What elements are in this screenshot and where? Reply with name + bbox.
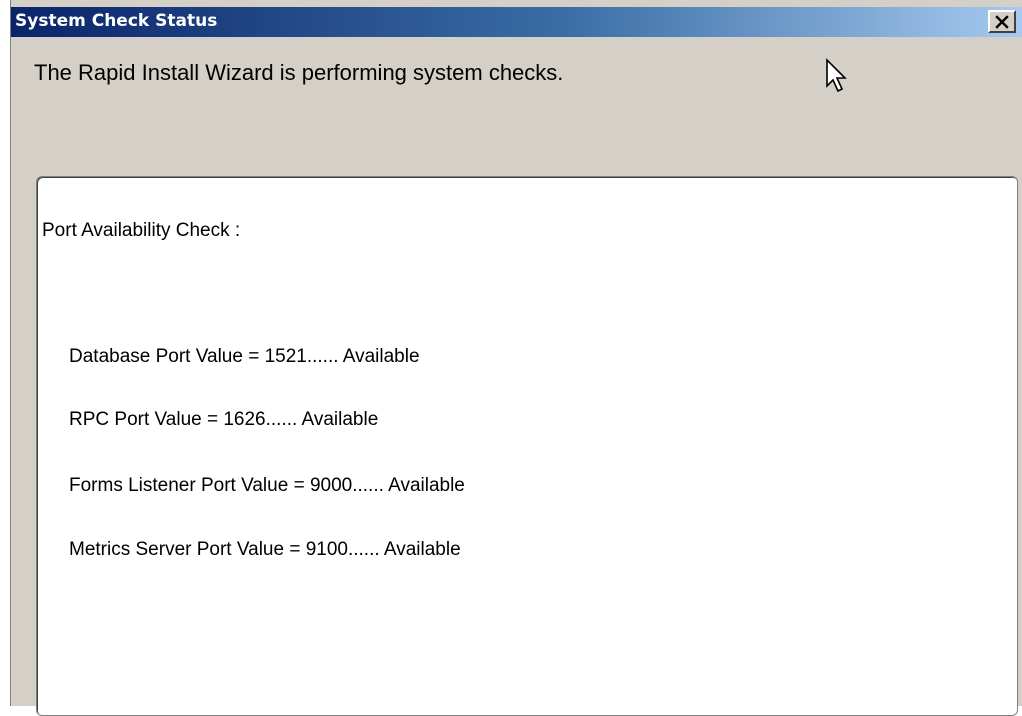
port-check-database: Database Port Value = 1521...... Availab… <box>69 346 420 367</box>
port-check-forms-listener: Forms Listener Port Value = 9000...... A… <box>69 475 465 496</box>
status-message: The Rapid Install Wizard is performing s… <box>34 60 564 85</box>
close-button[interactable] <box>988 10 1016 33</box>
title-bar[interactable]: System Check Status <box>11 7 1022 37</box>
port-check-metrics-server: Metrics Server Port Value = 9100...... A… <box>69 539 461 560</box>
panel-heading: Port Availability Check : <box>42 220 241 241</box>
status-panel: Port Availability Check : Database Port … <box>36 176 1018 716</box>
mouse-cursor-icon <box>826 58 847 93</box>
port-check-rpc: RPC Port Value = 1626...... Available <box>69 409 379 430</box>
window-title: System Check Status <box>15 11 218 31</box>
close-icon <box>995 15 1009 29</box>
system-check-dialog: System Check Status The Rapid Install Wi… <box>10 0 1022 716</box>
